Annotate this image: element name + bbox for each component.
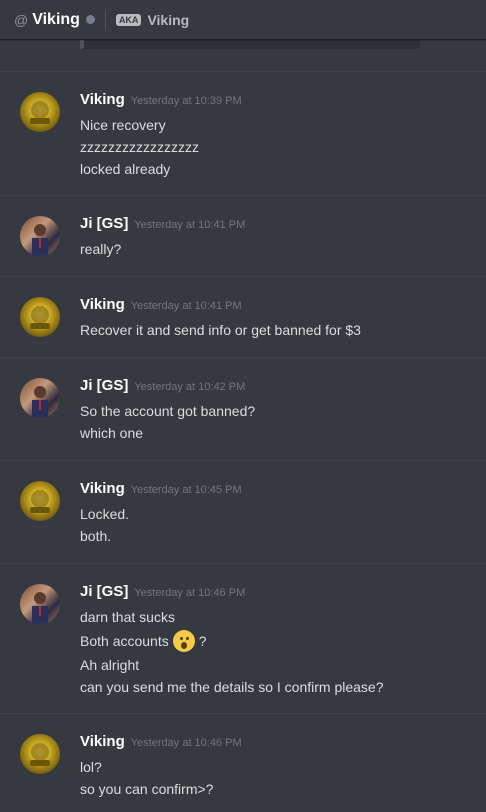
- at-icon: @: [14, 11, 29, 28]
- message-group: Ji [GS] Yesterday at 10:41 PM really?: [0, 195, 486, 276]
- message-line: Both accounts ?: [80, 628, 384, 654]
- astonished-face-icon[interactable]: [172, 630, 195, 652]
- message-group: Viking Yesterday at 10:41 PM Recover it …: [0, 276, 486, 357]
- message-text: Both accounts: [80, 633, 169, 649]
- viking-emblem-icon: [30, 306, 50, 329]
- author-name[interactable]: Viking: [80, 91, 125, 108]
- message-group: Viking Yesterday at 10:45 PM Locked. bot…: [0, 460, 486, 563]
- timestamp: Yesterday at 10:46 PM: [134, 587, 246, 599]
- message-content: Nice recovery zzzzzzzzzzzzzzzzz locked a…: [80, 114, 199, 180]
- avatar[interactable]: [20, 216, 60, 256]
- message-content: Recover it and send info or get banned f…: [80, 319, 361, 341]
- timestamp: Yesterday at 10:42 PM: [134, 381, 246, 393]
- viking-emblem-icon: [30, 743, 50, 766]
- author-name[interactable]: Ji [GS]: [80, 377, 128, 394]
- aka-name: Viking: [147, 11, 190, 28]
- user-photo-icon: [32, 224, 48, 256]
- message-line: which one: [80, 425, 144, 441]
- status-dot-icon: [85, 15, 95, 24]
- viking-emblem-icon: [30, 101, 50, 124]
- timestamp: Yesterday at 10:41 PM: [134, 219, 246, 231]
- author-name[interactable]: Viking: [80, 480, 125, 497]
- message-list[interactable]: Viking Yesterday at 10:39 PM Nice recove…: [0, 40, 486, 812]
- avatar[interactable]: [20, 481, 60, 521]
- message-header: Viking Yesterday at 10:45 PM: [80, 480, 242, 497]
- message-content: So the account got banned? which one: [80, 400, 255, 444]
- avatar[interactable]: [20, 297, 60, 337]
- message-line: Recover it and send info or get banned f…: [80, 322, 361, 338]
- message-content: Locked. both.: [80, 503, 129, 547]
- message-header: Ji [GS] Yesterday at 10:42 PM: [80, 377, 245, 394]
- message-group: Ji [GS] Yesterday at 10:42 PM So the acc…: [0, 357, 486, 460]
- message-line: really?: [80, 241, 122, 257]
- user-photo-icon: [32, 592, 48, 624]
- header-divider: [104, 8, 106, 31]
- message-header: Viking Yesterday at 10:39 PM: [80, 91, 242, 108]
- message-group: Ji [GS] Yesterday at 10:46 PM darn that …: [0, 563, 486, 713]
- avatar[interactable]: [20, 584, 60, 624]
- message-content: really?: [80, 238, 121, 260]
- message-line: Locked.: [80, 506, 130, 522]
- dm-name[interactable]: Viking: [32, 11, 80, 29]
- author-name[interactable]: Viking: [80, 733, 125, 750]
- message-content: darn that sucks Both accounts ? Ah alrig…: [80, 606, 384, 698]
- timestamp: Yesterday at 10:46 PM: [130, 737, 242, 749]
- message-header: Ji [GS] Yesterday at 10:41 PM: [80, 215, 245, 232]
- message-line: Nice recovery: [80, 117, 166, 133]
- message-line: can you send me the details so I confirm…: [80, 679, 384, 695]
- message-group: Viking Yesterday at 10:46 PM lol? so you…: [0, 713, 486, 812]
- message-header: Viking Yesterday at 10:46 PM: [80, 733, 242, 750]
- message-line: Ah alright: [80, 657, 140, 673]
- message-line: darn that sucks: [80, 609, 175, 625]
- message-content: lol? so you can confirm>?: [80, 756, 213, 800]
- message-header: Ji [GS] Yesterday at 10:46 PM: [80, 583, 245, 600]
- message-line: so you can confirm>?: [80, 781, 214, 797]
- viking-emblem-icon: [30, 490, 50, 513]
- embed-remnant: [80, 40, 420, 49]
- avatar[interactable]: [20, 92, 60, 132]
- channel-header: @ Viking AKA Viking: [0, 0, 486, 40]
- message-line: both.: [80, 528, 112, 544]
- message-group: Viking Yesterday at 10:39 PM Nice recove…: [0, 71, 486, 195]
- author-name[interactable]: Ji [GS]: [80, 215, 128, 232]
- timestamp: Yesterday at 10:45 PM: [130, 484, 242, 496]
- timestamp: Yesterday at 10:39 PM: [130, 95, 242, 107]
- message-line: zzzzzzzzzzzzzzzzz: [80, 139, 199, 155]
- avatar[interactable]: [20, 734, 60, 774]
- avatar[interactable]: [20, 378, 60, 418]
- message-header: Viking Yesterday at 10:41 PM: [80, 296, 242, 313]
- user-photo-icon: [32, 386, 48, 418]
- message-line: So the account got banned?: [80, 403, 256, 419]
- message-text: ?: [198, 633, 207, 649]
- message-line: locked already: [80, 161, 171, 177]
- aka-badge: AKA: [115, 13, 142, 26]
- author-name[interactable]: Ji [GS]: [80, 583, 128, 600]
- author-name[interactable]: Viking: [80, 296, 125, 313]
- timestamp: Yesterday at 10:41 PM: [130, 300, 242, 312]
- message-line: lol?: [80, 759, 102, 775]
